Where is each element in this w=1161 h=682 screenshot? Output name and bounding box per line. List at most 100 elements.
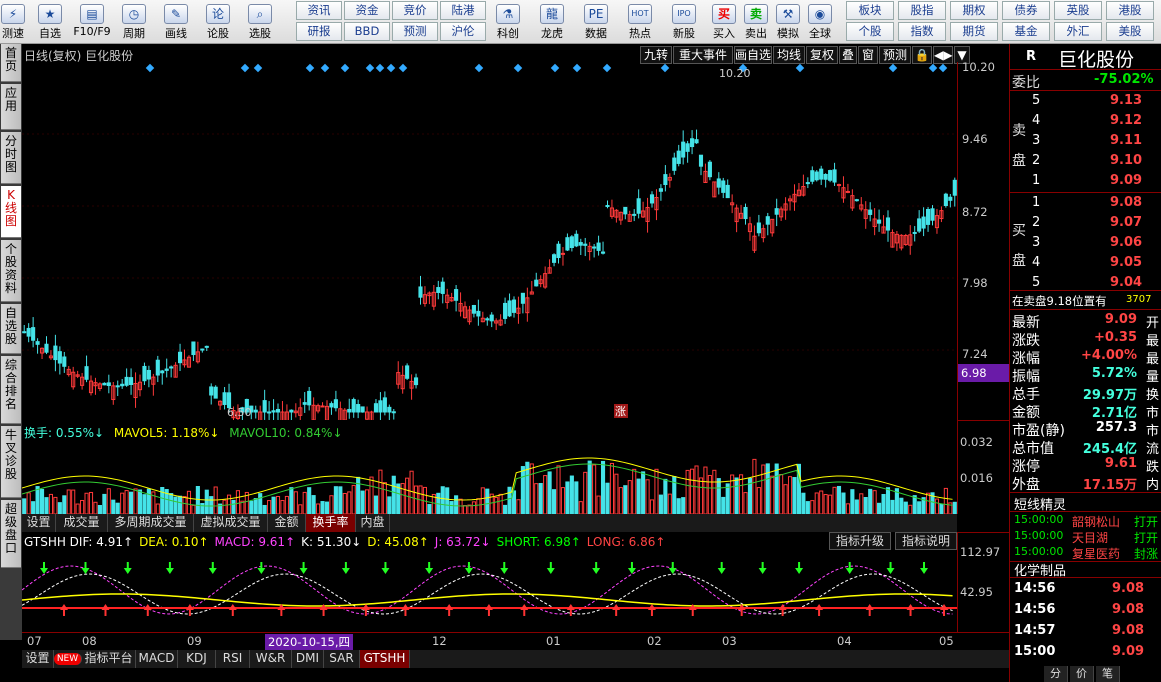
toolbar-sell-button[interactable]: 卖卖出: [738, 2, 774, 42]
indicator-tab-9[interactable]: GTSHH: [360, 650, 410, 668]
news-action: 打开: [1134, 531, 1159, 545]
quote-bottom-tab-2[interactable]: 笔: [1096, 666, 1120, 682]
toolbar-hot-button[interactable]: HOT 热点: [622, 2, 658, 42]
hot-label: 热点: [629, 27, 651, 40]
volume-bar: [823, 494, 828, 514]
toolbar-market-4-top-button[interactable]: 英股: [1054, 1, 1102, 20]
left-tab-3[interactable]: K线图: [1, 186, 21, 238]
toolbar-0-bottom-button[interactable]: 研报: [296, 22, 342, 41]
price-tick: 8.72: [962, 205, 988, 219]
indicator-button-1[interactable]: 指标说明: [895, 532, 957, 550]
toolbar-market-3-top-button[interactable]: 债券: [1002, 1, 1050, 20]
toolbar-3-top-button[interactable]: 陆港: [440, 1, 486, 20]
stat-value: 17.15万: [1082, 478, 1137, 493]
left-tab-0[interactable]: 首页: [1, 44, 21, 82]
toolbar-2-bottom-button[interactable]: 预测: [392, 22, 438, 41]
dif-line: [22, 593, 953, 607]
toolbar-science-button[interactable]: ⚗ 科创: [490, 2, 526, 42]
toolbar-pe-button[interactable]: PE 数据: [578, 2, 614, 42]
volume-bar: [614, 473, 619, 514]
left-tab-5[interactable]: 自选股: [1, 304, 21, 354]
toolbar-gavel-button[interactable]: ⚒ 模拟: [770, 2, 806, 42]
indicator-chart[interactable]: [22, 550, 957, 632]
stat-label: 涨幅: [1012, 351, 1040, 367]
volume-tab-3[interactable]: 虚拟成交量: [194, 514, 268, 532]
price-tick: 10.20: [962, 60, 995, 74]
quote-bottom-tab-0[interactable]: 分: [1044, 666, 1068, 682]
volume-bar: [498, 493, 503, 514]
toolbar-2-top-button[interactable]: 竞价: [392, 1, 438, 20]
volume-bar: [698, 477, 704, 514]
volume-tab-4[interactable]: 金额: [268, 514, 306, 532]
left-tab-2[interactable]: 分时图: [1, 132, 21, 184]
stat-label: 振幅: [1012, 369, 1040, 385]
volume-bar: [752, 458, 757, 514]
event-diamond: [320, 63, 330, 73]
toolbar-market-1-top-button[interactable]: 股指: [898, 1, 946, 20]
quote-bottom-tab-1[interactable]: 价: [1070, 666, 1094, 682]
volume-bar: [761, 464, 766, 514]
toolbar-market-5-bottom-button[interactable]: 美股: [1106, 22, 1154, 41]
toolbar-globe-button[interactable]: ◉ 全球: [802, 2, 838, 42]
left-tab-6[interactable]: 综合排名: [1, 356, 21, 424]
toolbar-0-top-button[interactable]: 资讯: [296, 1, 342, 20]
toolbar-market-4-bottom-button[interactable]: 外汇: [1054, 22, 1102, 41]
toolbar-1-top-button[interactable]: 资金: [344, 1, 390, 20]
left-tab-4[interactable]: 个股资料: [1, 240, 21, 302]
toolbar-ipo-button[interactable]: IPO 新股: [666, 2, 702, 42]
candle-body: [106, 382, 111, 387]
left-tab-1[interactable]: 应用: [1, 84, 21, 130]
toolbar-market-2-top-button[interactable]: 期权: [950, 1, 998, 20]
indicator-button-0[interactable]: 指标升级: [829, 532, 891, 550]
toolbar-1-bottom-button[interactable]: BBD: [344, 22, 390, 41]
toolbar-f10-button[interactable]: ▤ F10/F9: [72, 2, 112, 42]
indicator-tab-4[interactable]: KDJ: [178, 650, 216, 668]
toolbar-market-3-bottom-button[interactable]: 基金: [1002, 22, 1050, 41]
indicator-tab-5[interactable]: RSI: [216, 650, 250, 668]
volume-bar: [200, 503, 205, 514]
left-tab-7[interactable]: 牛叉诊股: [1, 426, 21, 498]
candle-body: [676, 150, 681, 164]
toolbar-market-1-bottom-button[interactable]: 指数: [898, 22, 946, 41]
volume-bar: [71, 489, 76, 514]
candle-body: [725, 184, 730, 199]
volume-bar: [859, 493, 864, 514]
candle-body: [854, 199, 859, 202]
toolbar-3-bottom-button[interactable]: 沪伦: [440, 22, 486, 41]
candle-body: [690, 138, 695, 148]
indicator-tab-1[interactable]: NEW: [54, 653, 82, 665]
kline-chart[interactable]: 10.20 6.50 涨: [22, 62, 957, 420]
toolbar-market-0-bottom-button[interactable]: 个股: [846, 22, 894, 41]
indicator-tab-0[interactable]: 设置: [22, 650, 54, 668]
indicator-tab-6[interactable]: W&R: [250, 650, 292, 668]
toolbar-speed-button[interactable]: ⚡ 测速: [0, 2, 26, 42]
toolbar-pen-button[interactable]: ✎ 画线: [156, 2, 196, 42]
toolbar-dragon-button[interactable]: 龍龙虎: [534, 2, 570, 42]
volume-chart[interactable]: [22, 438, 957, 514]
toolbar-buy-button[interactable]: 买买入: [706, 2, 742, 42]
toolbar-market-0-top-button[interactable]: 板块: [846, 1, 894, 20]
toolbar-talk-button[interactable]: 论论股: [198, 2, 238, 42]
indicator-tab-3[interactable]: MACD: [136, 650, 178, 668]
toolbar-chart-search-button[interactable]: ⌕ 选股: [240, 2, 280, 42]
volume-bar: [84, 492, 89, 514]
left-tab-8[interactable]: 超级盘口: [1, 500, 21, 568]
volume-bar: [569, 475, 574, 514]
toolbar-market-5-top-button[interactable]: 港股: [1106, 1, 1154, 20]
indicator-tab-2[interactable]: 指标平台: [82, 650, 136, 668]
volume-tab-1[interactable]: 成交量: [56, 514, 108, 532]
volume-tab-5[interactable]: 换手率: [306, 514, 356, 532]
volume-bar: [146, 488, 151, 514]
indicator-tab-7[interactable]: DMI: [292, 650, 324, 668]
volume-tab-0[interactable]: 设置: [22, 514, 56, 532]
candle-body: [596, 242, 601, 251]
volume-bar: [939, 503, 944, 514]
toolbar-market-2-bottom-button[interactable]: 期货: [950, 22, 998, 41]
indicator-tab-8[interactable]: SAR: [324, 650, 360, 668]
toolbar-star-button[interactable]: ★ 自选: [30, 2, 70, 42]
buy-icon: 买: [712, 4, 736, 24]
volume-tab-2[interactable]: 多周期成交量: [108, 514, 194, 532]
volume-tab-6[interactable]: 内盘: [356, 514, 390, 532]
toolbar-clock-button[interactable]: ◷ 周期: [114, 2, 154, 42]
buy-level: 2: [1032, 215, 1041, 230]
